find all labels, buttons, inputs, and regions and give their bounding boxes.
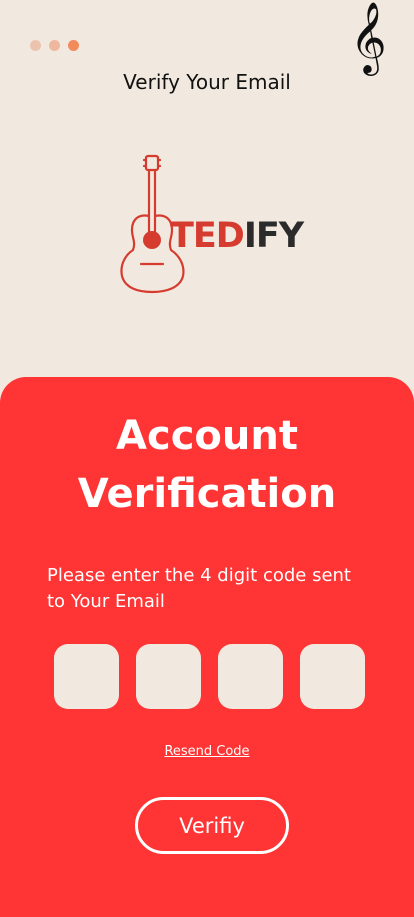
- code-digit-1[interactable]: [54, 644, 119, 709]
- instruction-text: Please enter the 4 digit code sent to Yo…: [47, 565, 351, 612]
- page-dot-1: [30, 40, 41, 51]
- brand-text-part2: IFY: [243, 216, 304, 256]
- page-indicator: [30, 40, 79, 51]
- code-input-group: [54, 644, 365, 709]
- verification-card: Account Verification Please enter the 4 …: [0, 377, 414, 917]
- title-line-2: Verification: [77, 471, 337, 517]
- brand-text-part1: TED: [170, 216, 245, 256]
- treble-clef-icon: 𝄞: [350, 0, 387, 73]
- verify-button[interactable]: Verifiy: [135, 797, 289, 854]
- verification-title: Account Verification: [0, 407, 414, 523]
- resend-code-link[interactable]: Resend Code: [0, 744, 414, 759]
- page-dot-2: [49, 40, 60, 51]
- code-digit-2[interactable]: [136, 644, 201, 709]
- title-line-1: Account: [116, 413, 298, 459]
- page-title: Verify Your Email: [123, 70, 291, 94]
- page-dot-3-active: [68, 40, 79, 51]
- code-digit-4[interactable]: [300, 644, 365, 709]
- code-digit-3[interactable]: [218, 644, 283, 709]
- brand-logo-text: TEDIFY: [170, 216, 304, 256]
